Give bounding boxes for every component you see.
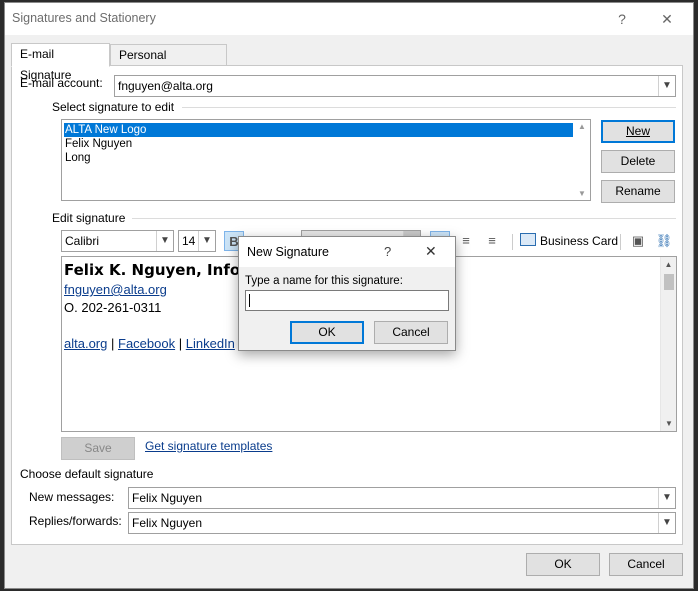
ok-button-label: OK <box>554 557 572 571</box>
link-alta[interactable]: alta.org <box>64 336 107 351</box>
dialog-cancel-button[interactable]: Cancel <box>374 321 448 344</box>
new-messages-value: Felix Nguyen <box>132 491 203 505</box>
font-value: Calibri <box>65 234 100 248</box>
help-button[interactable]: ? <box>610 8 634 30</box>
email-account-value: fnguyen@alta.org <box>118 79 213 93</box>
close-icon[interactable]: ✕ <box>425 243 437 260</box>
dialog-prompt: Type a name for this signature: <box>245 275 403 287</box>
dialog-ok-button[interactable]: OK <box>290 321 364 344</box>
font-size-value: 14 <box>182 234 196 248</box>
hyperlink-icon[interactable]: ⛓ <box>654 231 674 251</box>
chevron-down-icon[interactable]: ▼ <box>658 513 675 533</box>
dialog-cancel-label: Cancel <box>392 325 430 339</box>
list-item[interactable]: Felix Nguyen <box>64 137 132 151</box>
divider <box>620 234 621 250</box>
font-size-select[interactable]: 14 ▼ <box>178 230 216 252</box>
tab-label: E-mail Signature <box>20 47 72 82</box>
business-card-icon <box>520 233 536 246</box>
chevron-up-icon[interactable]: ▲ <box>576 122 588 131</box>
new-messages-select[interactable]: Felix Nguyen ▼ <box>128 487 676 509</box>
business-card-button[interactable]: Business Card <box>520 231 618 251</box>
chevron-down-icon[interactable]: ▼ <box>198 231 215 251</box>
save-button[interactable]: Save <box>61 437 135 460</box>
ok-button[interactable]: OK <box>526 553 600 576</box>
edit-signature-label: Edit signature <box>52 211 126 225</box>
dialog-help-button[interactable]: ? <box>384 244 391 259</box>
list-scrollbar[interactable]: ▲ ▼ <box>576 122 588 198</box>
link-facebook[interactable]: Facebook <box>118 336 175 351</box>
signature-templates-link[interactable]: Get signature templates <box>145 439 272 453</box>
link-linkedin[interactable]: LinkedIn <box>186 336 235 351</box>
delete-button[interactable]: Delete <box>601 150 675 173</box>
signature-name-input[interactable] <box>245 290 449 311</box>
chevron-up-icon[interactable]: ▲ <box>661 260 676 269</box>
close-icon[interactable]: ✕ <box>655 8 679 30</box>
chevron-down-icon[interactable]: ▼ <box>576 189 588 198</box>
text-cursor <box>249 294 250 307</box>
dialog-title-bar: New Signature ? ✕ <box>239 237 455 267</box>
divider <box>182 107 676 108</box>
signature-links: alta.org | Facebook | LinkedIn <box>64 336 235 351</box>
save-button-label: Save <box>84 441 112 455</box>
cancel-button-label: Cancel <box>627 557 665 571</box>
replies-label: Replies/forwards: <box>29 514 122 528</box>
window-title: Signatures and Stationery <box>12 11 156 25</box>
rename-button-label: Rename <box>615 184 661 198</box>
insert-picture-icon[interactable]: ▣ <box>628 231 648 251</box>
divider <box>132 218 676 219</box>
align-center-icon[interactable]: ≡ <box>456 231 476 251</box>
default-signature-label: Choose default signature <box>20 467 154 481</box>
new-messages-label: New messages: <box>29 490 115 504</box>
business-card-label: Business Card <box>540 234 619 248</box>
tab-email-signature[interactable]: E-mail Signature <box>11 43 110 82</box>
divider <box>512 234 513 250</box>
signature-phone: O. 202-261-0311 <box>64 300 162 315</box>
align-right-icon[interactable]: ≡ <box>482 231 502 251</box>
email-account-select[interactable]: fnguyen@alta.org ▼ <box>114 75 676 97</box>
new-button-label: New <box>625 124 650 138</box>
dialog-ok-label: OK <box>318 325 336 339</box>
list-item[interactable]: ALTA New Logo <box>64 123 573 137</box>
delete-button-label: Delete <box>620 154 656 168</box>
list-item[interactable]: Long <box>64 151 91 165</box>
chevron-down-icon[interactable]: ▼ <box>658 488 675 508</box>
chevron-down-icon[interactable]: ▼ <box>156 231 173 251</box>
separator: | <box>111 336 115 351</box>
chevron-down-icon[interactable]: ▼ <box>661 419 677 428</box>
dialog-title: New Signature <box>247 245 329 259</box>
scroll-thumb[interactable] <box>664 274 674 290</box>
signature-email-link[interactable]: fnguyen@alta.org <box>64 282 167 297</box>
signature-list[interactable]: ALTA New Logo Felix Nguyen Long ▲ ▼ <box>61 119 591 201</box>
select-signature-label: Select signature to edit <box>52 100 175 114</box>
title-bar: Signatures and Stationery ? ✕ <box>5 3 693 35</box>
cancel-button[interactable]: Cancel <box>609 553 683 576</box>
new-signature-dialog: New Signature ? ✕ Type a name for this s… <box>238 236 456 351</box>
rename-button[interactable]: Rename <box>601 180 675 203</box>
font-select[interactable]: Calibri ▼ <box>61 230 174 252</box>
signature-name-line: Felix K. Nguyen, Infor <box>64 261 248 279</box>
replies-select[interactable]: Felix Nguyen ▼ <box>128 512 676 534</box>
editor-scrollbar[interactable]: ▲ ▼ <box>660 257 676 431</box>
chevron-down-icon[interactable]: ▼ <box>658 76 675 96</box>
tab-personal-stationery[interactable]: Personal Stationery <box>110 44 227 83</box>
replies-value: Felix Nguyen <box>132 516 203 530</box>
separator: | <box>178 336 183 351</box>
new-button[interactable]: New <box>601 120 675 143</box>
